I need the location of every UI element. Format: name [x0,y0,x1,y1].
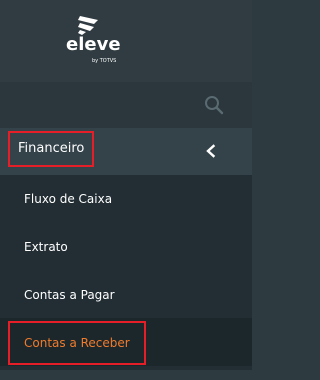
sidebar-bottom-edge [0,370,252,380]
svg-text:by TOTVS: by TOTVS [92,58,116,64]
menu-item-financeiro-label[interactable]: Financeiro [8,131,95,167]
menu-item-financeiro[interactable]: Financeiro [0,128,252,175]
submenu-item-label: Contas a Pagar [24,288,115,302]
eleve-logo[interactable]: eleve by TOTVS [64,14,134,68]
sidebar-header: eleve by TOTVS [0,0,252,82]
submenu-financeiro: Fluxo de Caixa Extrato Contas a Pagar Co… [0,175,252,380]
search-icon[interactable] [204,95,224,115]
submenu-item-label: Fluxo de Caixa [24,192,113,206]
search-bar[interactable] [0,82,252,128]
submenu-item-fluxo-de-caixa[interactable]: Fluxo de Caixa [0,175,252,223]
submenu-item-label: Extrato [24,240,68,254]
submenu-item-contas-a-pagar[interactable]: Contas a Pagar [0,271,252,319]
submenu-item-contas-a-receber[interactable]: Contas a Receber [0,318,252,366]
svg-text:eleve: eleve [66,34,121,55]
submenu-item-extrato[interactable]: Extrato [0,223,252,271]
submenu-item-label-active[interactable]: Contas a Receber [8,321,146,365]
chevron-left-icon[interactable] [204,143,218,159]
